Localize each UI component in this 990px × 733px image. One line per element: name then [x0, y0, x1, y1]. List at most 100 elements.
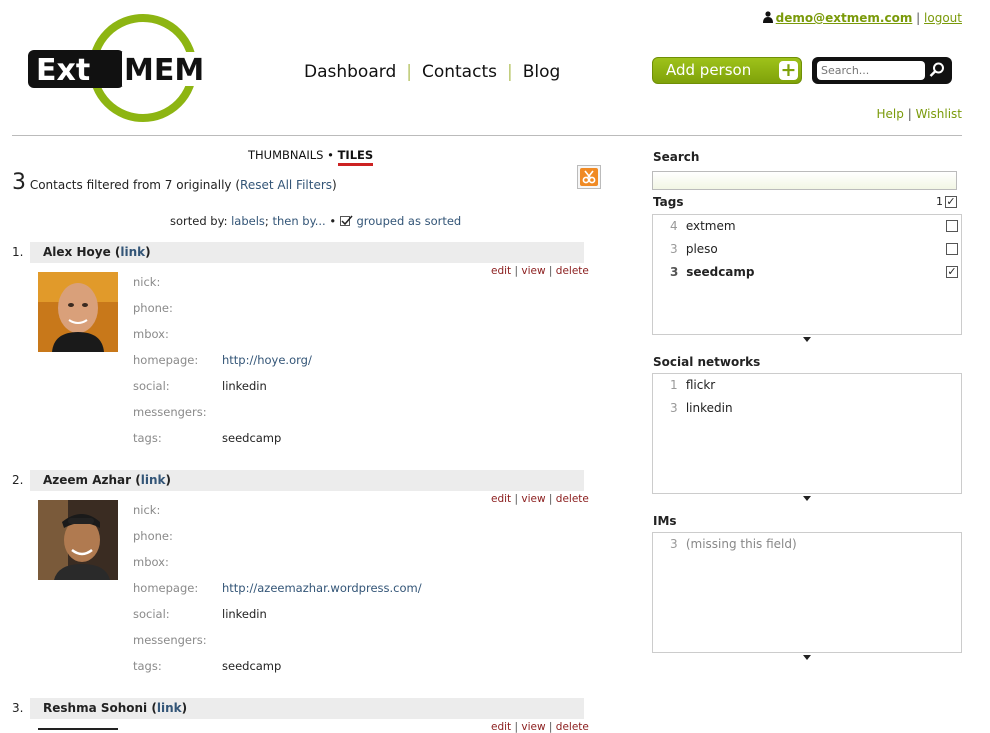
field-label-messengers: messengers:	[133, 405, 207, 419]
field-label-homepage: homepage:	[133, 581, 199, 595]
add-person-label: Add person	[666, 61, 752, 79]
tag-checkbox[interactable]	[946, 220, 958, 232]
grouped-as-sorted-link[interactable]: grouped as sorted	[356, 214, 461, 228]
field-label-nick: nick:	[133, 503, 161, 517]
sorted-by-label: sorted by:	[170, 214, 228, 228]
view-link[interactable]: view	[521, 493, 545, 505]
im-item[interactable]: 3 (missing this field)	[670, 537, 797, 551]
social-item[interactable]: 3 linkedin	[670, 401, 733, 415]
field-label-phone: phone:	[133, 529, 173, 543]
tags-selected-count: 1	[936, 195, 943, 208]
tag-item[interactable]: 3 pleso	[670, 242, 718, 256]
view-tiles-link[interactable]: TILES	[337, 148, 374, 166]
homepage-value[interactable]: http://azeemazhar.wordpress.com/	[222, 581, 422, 595]
sort-then-by-link[interactable]: then by...	[272, 214, 325, 228]
help-separator: |	[907, 107, 912, 121]
ims-expand-arrow-icon[interactable]	[803, 655, 811, 660]
view-thumbnails-link[interactable]: THUMBNAILS	[248, 148, 323, 162]
tags-value: seedcamp	[222, 659, 282, 673]
social-expand-arrow-icon[interactable]	[803, 496, 811, 501]
delete-link[interactable]: delete	[556, 493, 589, 505]
add-person-button[interactable]: Add person +	[652, 57, 802, 84]
edit-link[interactable]: edit	[491, 721, 511, 733]
nav-dashboard[interactable]: Dashboard	[304, 62, 406, 82]
reset-filters-link[interactable]: Reset All Filters	[240, 178, 332, 192]
edit-link[interactable]: edit	[491, 493, 511, 505]
social-name: linkedin	[685, 401, 733, 415]
field-label-homepage: homepage:	[133, 353, 199, 367]
edit-link[interactable]: edit	[491, 265, 511, 277]
homepage-link[interactable]: http://hoye.org/	[222, 353, 312, 367]
tag-name: extmem	[685, 219, 736, 233]
tag-name: pleso	[685, 242, 718, 256]
filter-summary: 3 Contacts filtered from 7 originally (R…	[12, 170, 337, 195]
homepage-value[interactable]: http://hoye.org/	[222, 353, 312, 367]
tag-count: 3	[670, 265, 679, 279]
view-mode-dot: •	[327, 148, 334, 162]
nav-blog[interactable]: Blog	[513, 62, 571, 82]
checkmark-icon	[339, 215, 353, 226]
plus-icon: +	[779, 59, 798, 81]
search-icon[interactable]	[928, 61, 946, 79]
wishlist-link[interactable]: Wishlist	[916, 107, 962, 121]
user-bar: demo@extmem.com | logout	[762, 11, 962, 25]
contact-photo	[38, 500, 118, 580]
filter-summary-text: Contacts filtered from 7 originally (	[29, 178, 241, 192]
field-label-mbox: mbox:	[133, 555, 169, 569]
social-item[interactable]: 1 flickr	[670, 378, 715, 392]
contact-link[interactable]: link	[157, 701, 182, 715]
logo-text-left: Ext	[36, 53, 90, 88]
extmem-logo[interactable]: Ext MEM	[26, 12, 204, 126]
contact-link[interactable]: link	[141, 473, 166, 487]
view-link[interactable]: view	[521, 721, 545, 733]
contact-photo	[38, 272, 118, 352]
field-label-messengers: messengers:	[133, 633, 207, 647]
contact-actions: edit | view | delete	[491, 721, 589, 733]
tags-expand-arrow-icon[interactable]	[803, 337, 811, 342]
contact-count: 3	[12, 170, 26, 195]
tags-value: seedcamp	[222, 431, 282, 445]
contact-index: 3.	[12, 701, 24, 715]
contact-actions: edit | view | delete	[491, 493, 589, 505]
sort-bullet: •	[329, 214, 337, 228]
sort-labels-link[interactable]: labels	[231, 214, 265, 228]
social-count: 1	[670, 378, 678, 392]
logout-link[interactable]: logout	[924, 11, 962, 25]
tag-checkbox[interactable]	[946, 243, 958, 255]
tag-count: 4	[670, 219, 678, 233]
nav-contacts[interactable]: Contacts	[412, 62, 507, 82]
contact-link[interactable]: link	[120, 245, 145, 259]
tags-all-checkbox[interactable]: ✓	[945, 196, 957, 208]
filter-summary-close: )	[332, 178, 337, 192]
contact-header: Azeem Azhar (link)	[30, 470, 584, 491]
tag-count: 3	[670, 242, 678, 256]
homepage-link[interactable]: http://azeemazhar.wordpress.com/	[222, 581, 422, 595]
tag-item[interactable]: 3 seedcamp	[670, 265, 755, 279]
social-networks-title: Social networks	[653, 355, 761, 369]
help-link[interactable]: Help	[877, 107, 904, 121]
delete-link[interactable]: delete	[556, 265, 589, 277]
sidebar-search-title: Search	[653, 150, 700, 164]
user-bar-separator: |	[916, 11, 921, 25]
field-label-phone: phone:	[133, 301, 173, 315]
tag-item[interactable]: 4 extmem	[670, 219, 736, 233]
scissors-icon[interactable]	[577, 165, 601, 189]
tags-title: Tags	[653, 195, 684, 209]
help-links: Help | Wishlist	[877, 107, 962, 121]
delete-link[interactable]: delete	[556, 721, 589, 733]
sidebar-search-input[interactable]	[652, 171, 957, 190]
contact-header: Reshma Sohoni (link)	[30, 698, 584, 719]
header-search-input[interactable]	[817, 61, 925, 80]
sort-options: sorted by: labels; then by... • grouped …	[170, 214, 462, 228]
header-divider	[12, 135, 962, 136]
social-name: flickr	[685, 378, 716, 392]
im-name: (missing this field)	[685, 537, 797, 551]
contact-index: 2.	[12, 473, 24, 487]
view-link[interactable]: view	[521, 265, 545, 277]
social-value: linkedin	[222, 607, 267, 621]
field-label-social: social:	[133, 379, 170, 393]
user-email-link[interactable]: demo@extmem.com	[776, 11, 913, 25]
tag-checkbox-checked[interactable]: ✓	[946, 266, 958, 278]
contact-index: 1.	[12, 245, 24, 259]
field-label-mbox: mbox:	[133, 327, 169, 341]
